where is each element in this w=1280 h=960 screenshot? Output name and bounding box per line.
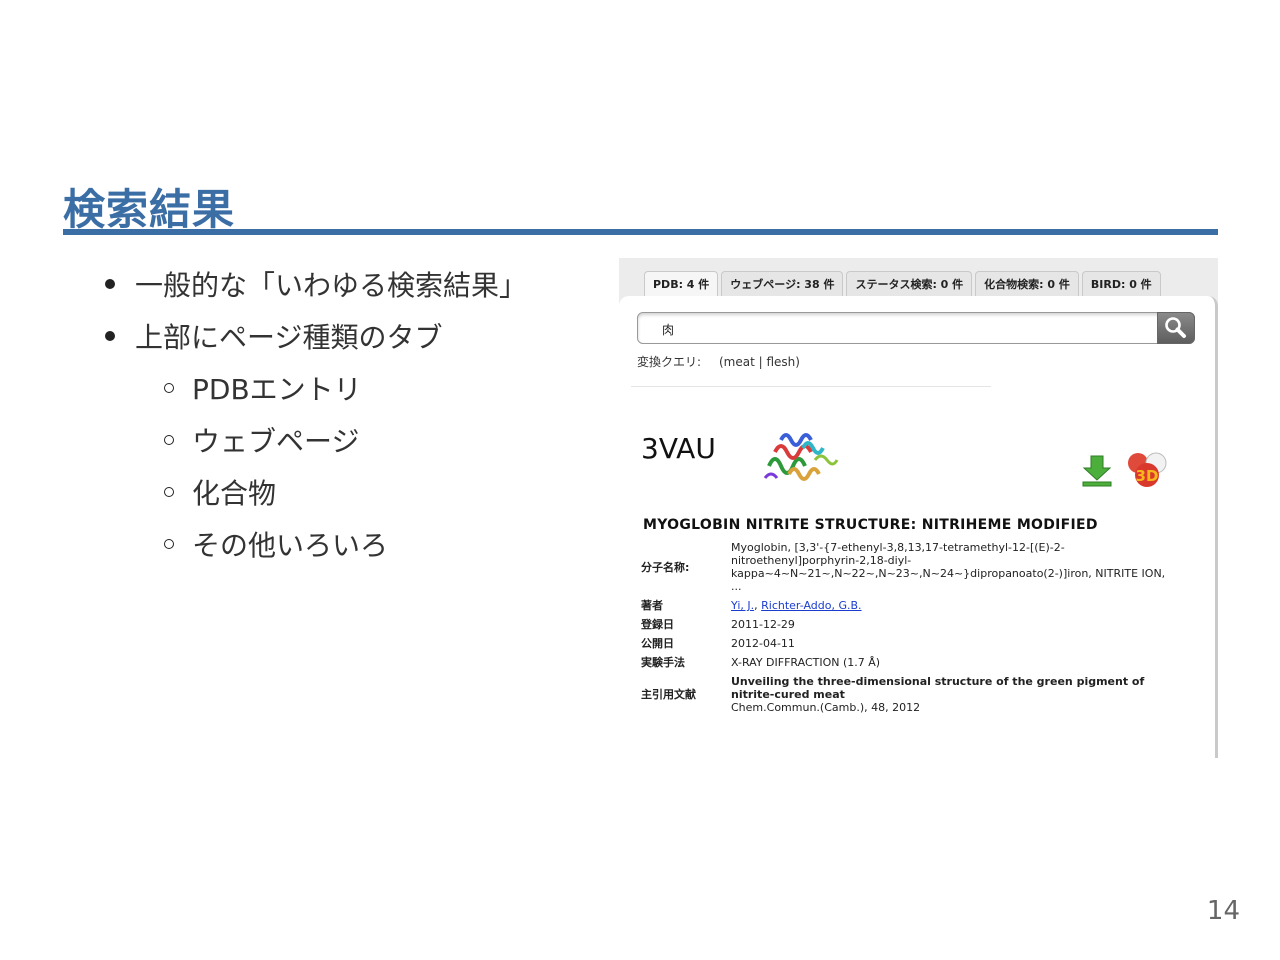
- divider: [631, 386, 991, 387]
- search-query: 肉: [662, 323, 675, 337]
- detail-row-deposited: 登録日 2011-12-29: [639, 615, 1199, 634]
- author-link[interactable]: Richter-Addo, G.B.: [761, 599, 861, 612]
- detail-row-authors: 著者 Yi, J., Richter-Addo, G.B.: [639, 596, 1199, 615]
- detail-value-method: X-RAY DIFFRACTION (1.7 Å): [731, 656, 881, 669]
- bullet-list: 一般的な「いわゆる検索結果」 上部にページ種類のタブ PDBエントリ ウェブペー…: [100, 258, 580, 570]
- detail-label: 分子名称:: [641, 560, 690, 574]
- detail-value-released: 2012-04-11: [731, 637, 795, 650]
- bullet-text: 上部にページ種類のタブ: [135, 321, 443, 354]
- bullet-circle-icon: [164, 487, 174, 497]
- bullet-dot-icon: [105, 331, 115, 341]
- detail-row-released: 公開日 2012-04-11: [639, 634, 1199, 653]
- molecule-line: Myoglobin, [3,3'-{7-ethenyl-3,8,13,17-te…: [731, 541, 1065, 554]
- 3d-view-icon[interactable]: 3D: [1125, 449, 1169, 489]
- sub-bullet-item: 化合物: [100, 466, 580, 518]
- entry-details-table: 分子名称: Myoglobin, [3,3'-{7-ethenyl-3,8,13…: [639, 538, 1199, 717]
- molecule-structure-thumbnail[interactable]: [759, 426, 841, 488]
- converted-query-value: (meat | flesh): [719, 355, 800, 369]
- bullet-item: 上部にページ種類のタブ: [100, 310, 580, 362]
- sub-bullet-text: ウェブページ: [192, 425, 360, 458]
- molecule-line: ...: [731, 580, 742, 593]
- page-number: 14: [1206, 896, 1240, 926]
- detail-row-molecule: 分子名称: Myoglobin, [3,3'-{7-ethenyl-3,8,13…: [639, 538, 1199, 596]
- result-tabs: PDB: 4 件 ウェブページ: 38 件 ステータス検索: 0 件 化合物検索…: [644, 271, 1161, 297]
- slide-title: 検索結果: [63, 185, 236, 234]
- detail-value-deposited: 2011-12-29: [731, 618, 795, 631]
- search-results-screenshot: PDB: 4 件 ウェブページ: 38 件 ステータス検索: 0 件 化合物検索…: [619, 258, 1218, 758]
- bullet-item: 一般的な「いわゆる検索結果」: [100, 258, 580, 310]
- tab-bird[interactable]: BIRD: 0 件: [1081, 271, 1161, 297]
- search-input[interactable]: 肉: [637, 312, 1195, 344]
- converted-query: 変換クエリ: (meat | flesh): [637, 353, 800, 370]
- bullet-circle-icon: [164, 539, 174, 549]
- tab-status-search[interactable]: ステータス検索: 0 件: [846, 271, 973, 297]
- results-panel: 肉 変換クエリ: (meat | flesh) 3VAU 3D MYOGLOBI…: [619, 296, 1218, 758]
- detail-label: 実験手法: [641, 656, 685, 669]
- molecule-line: nitroethenyl]porphyrin-2,18-diyl-: [731, 554, 912, 567]
- author-link[interactable]: Yi, J.: [731, 599, 754, 612]
- sub-bullet-item: その他いろいろ: [100, 518, 580, 570]
- tab-pdb[interactable]: PDB: 4 件: [644, 271, 719, 297]
- molecule-line: kappa~4~N~21~,N~22~,N~23~,N~24~}dipropan…: [731, 567, 1166, 580]
- download-icon[interactable]: [1081, 454, 1113, 488]
- detail-label: 著者: [641, 599, 663, 612]
- detail-row-citation: 主引用文献 Unveiling the three-dimensional st…: [639, 672, 1199, 717]
- svg-text:3D: 3D: [1136, 467, 1159, 485]
- tab-webpages[interactable]: ウェブページ: 38 件: [721, 271, 844, 297]
- detail-value-molecule: Myoglobin, [3,3'-{7-ethenyl-3,8,13,17-te…: [729, 538, 1199, 596]
- citation-title-line: nitrite-cured meat: [731, 688, 845, 701]
- sub-bullet-text: 化合物: [192, 477, 277, 510]
- detail-label: 公開日: [641, 637, 674, 650]
- entry-id[interactable]: 3VAU: [641, 432, 716, 465]
- sub-bullet-text: PDBエントリ: [192, 373, 362, 406]
- tab-compound-search[interactable]: 化合物検索: 0 件: [975, 271, 1079, 297]
- detail-label: 登録日: [641, 618, 674, 631]
- entry-title: MYOGLOBIN NITRITE STRUCTURE: NITRIHEME M…: [643, 517, 1098, 533]
- detail-value-citation: Unveiling the three-dimensional structur…: [729, 672, 1199, 717]
- bullet-text: 一般的な「いわゆる検索結果」: [135, 269, 528, 302]
- sub-bullet-item: PDBエントリ: [100, 362, 580, 414]
- detail-row-method: 実験手法 X-RAY DIFFRACTION (1.7 Å): [639, 653, 1199, 672]
- search-icon: [1165, 317, 1186, 338]
- bullet-circle-icon: [164, 383, 174, 393]
- bullet-dot-icon: [105, 279, 115, 289]
- bullet-circle-icon: [164, 435, 174, 445]
- citation-journal: Chem.Commun.(Camb.), 48, 2012: [731, 701, 921, 714]
- search-button[interactable]: [1157, 312, 1195, 344]
- sub-bullet-item: ウェブページ: [100, 414, 580, 466]
- detail-value-authors: Yi, J., Richter-Addo, G.B.: [731, 599, 862, 612]
- sub-bullet-text: その他いろいろ: [192, 529, 389, 562]
- title-rule: [63, 229, 1218, 235]
- converted-query-label: 変換クエリ:: [637, 355, 702, 369]
- citation-title-line: Unveiling the three-dimensional structur…: [731, 675, 1145, 688]
- detail-label: 主引用文献: [641, 688, 696, 701]
